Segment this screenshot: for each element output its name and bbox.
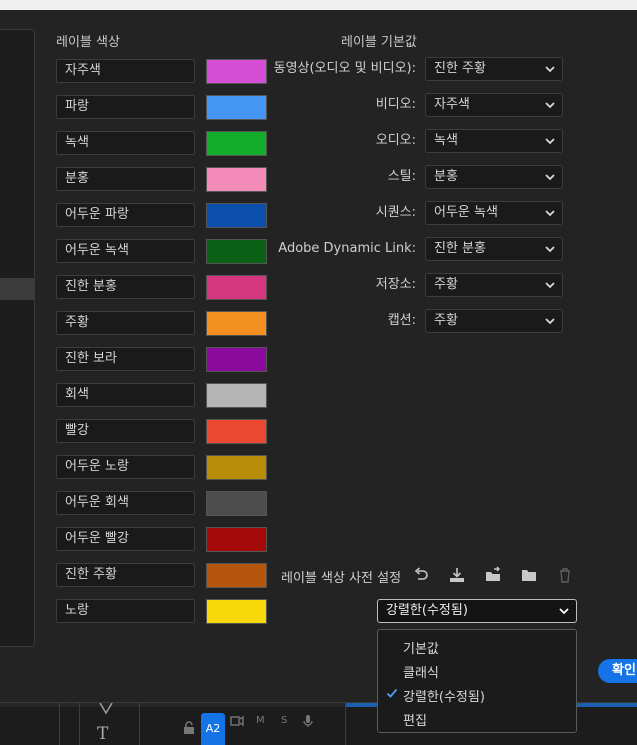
label-color-swatch[interactable]: [206, 239, 267, 264]
preset-dropdown-value: 강렬한(수정됨): [386, 603, 468, 618]
label-default-dropdown[interactable]: 어두운 녹색: [425, 201, 563, 225]
chevron-down-icon: [559, 608, 569, 615]
label-default-label: Adobe Dynamic Link:: [278, 241, 416, 256]
label-color-swatch[interactable]: [206, 275, 267, 300]
label-default-label: 동영상(오디오 및 비디오):: [273, 61, 416, 76]
preset-dropdown-menu: 기본값 클래식 강렬한(수정됨) 편집: [377, 629, 577, 733]
label-color-name-field[interactable]: 어두운 녹색: [56, 239, 195, 263]
label-color-name-field[interactable]: 어두운 빨강: [56, 527, 195, 551]
window-top-strip: [0, 0, 637, 10]
label-default-value: 자주색: [434, 97, 470, 112]
label-default-label: 비디오:: [375, 97, 416, 112]
label-color-name-field[interactable]: 회색: [56, 383, 195, 407]
label-color-swatch[interactable]: [206, 527, 267, 552]
label-default-value: 진한 분홍: [434, 241, 486, 256]
label-color-swatch[interactable]: [206, 455, 267, 480]
chevron-down-icon: [545, 210, 555, 217]
label-default-label: 캡션:: [387, 313, 416, 328]
trash-icon: [560, 568, 570, 583]
checkmark-icon: [386, 688, 398, 698]
label-default-label: 스틸:: [387, 169, 416, 184]
label-color-swatch[interactable]: [206, 203, 267, 228]
label-color-swatch[interactable]: [206, 563, 267, 588]
label-color-name-field[interactable]: 분홍: [56, 167, 195, 191]
label-default-dropdown[interactable]: 분홍: [425, 165, 563, 189]
label-default-label: 시퀀스:: [375, 205, 416, 220]
label-default-dropdown[interactable]: 주황: [425, 273, 563, 297]
chevron-down-icon: [545, 246, 555, 253]
preset-dropdown[interactable]: 강렬한(수정됨): [377, 599, 577, 623]
label-color-name-field[interactable]: 진한 분홍: [56, 275, 195, 299]
export-icon[interactable]: [484, 566, 502, 584]
label-default-label: 저장소:: [375, 277, 416, 292]
label-color-name-field[interactable]: 어두운 회색: [56, 491, 195, 515]
label-color-swatch[interactable]: [206, 347, 267, 372]
label-color-swatch[interactable]: [206, 383, 267, 408]
label-default-value: 녹색: [434, 133, 458, 148]
preset-label: 레이블 색상 사전 설정: [281, 571, 402, 586]
menu-item-vivid-modified[interactable]: 강렬한(수정됨): [403, 686, 485, 705]
label-colors-heading: 레이블 색상: [56, 35, 120, 50]
solo-track-button[interactable]: S: [281, 715, 287, 726]
label-default-label: 오디오:: [375, 133, 416, 148]
label-color-name-field[interactable]: 자주색: [56, 59, 195, 83]
menu-item-classic[interactable]: 클래식: [403, 662, 439, 681]
label-color-swatch[interactable]: [206, 167, 267, 192]
label-color-swatch[interactable]: [206, 419, 267, 444]
microphone-icon[interactable]: [302, 714, 314, 728]
label-color-name-field[interactable]: 진한 주황: [56, 563, 195, 587]
label-default-dropdown[interactable]: 주황: [425, 309, 563, 333]
label-color-name-field[interactable]: 빨강: [56, 419, 195, 443]
category-list-selected-item[interactable]: [0, 278, 34, 300]
undo-icon[interactable]: [412, 566, 430, 584]
sync-lock-icon[interactable]: [230, 715, 244, 727]
label-color-name-field[interactable]: 어두운 파랑: [56, 203, 195, 227]
label-color-swatch[interactable]: [206, 311, 267, 336]
label-defaults-heading: 레이블 기본값: [341, 35, 417, 50]
label-color-name-field[interactable]: 파랑: [56, 95, 195, 119]
label-color-swatch[interactable]: [206, 599, 267, 624]
label-color-swatch[interactable]: [206, 131, 267, 156]
label-default-dropdown[interactable]: 진한 분홍: [425, 237, 563, 261]
ok-button[interactable]: 확인: [598, 659, 637, 683]
label-default-value: 주황: [434, 277, 458, 292]
label-default-dropdown[interactable]: 자주색: [425, 93, 563, 117]
label-color-swatch[interactable]: [206, 95, 267, 120]
category-list-panel[interactable]: [0, 29, 35, 647]
chevron-down-icon: [545, 138, 555, 145]
chevron-down-icon: [545, 282, 555, 289]
pen-tool-icon[interactable]: [98, 703, 114, 715]
track-a2-target[interactable]: A2: [201, 713, 225, 745]
label-color-name-field[interactable]: 주황: [56, 311, 195, 335]
label-default-value: 분홍: [434, 169, 458, 184]
label-default-dropdown[interactable]: 진한 주황: [425, 57, 563, 81]
label-color-name-field[interactable]: 녹색: [56, 131, 195, 155]
label-color-name-field[interactable]: 진한 보라: [56, 347, 195, 371]
mute-track-button[interactable]: M: [256, 715, 265, 726]
label-color-name-field[interactable]: 어두운 노랑: [56, 455, 195, 479]
label-color-swatch[interactable]: [206, 491, 267, 516]
label-default-value: 진한 주황: [434, 61, 486, 76]
folder-icon[interactable]: [520, 566, 538, 584]
chevron-down-icon: [545, 102, 555, 109]
chevron-down-icon: [545, 66, 555, 73]
menu-item-default[interactable]: 기본값: [403, 638, 439, 657]
label-default-dropdown[interactable]: 녹색: [425, 129, 563, 153]
label-default-value: 어두운 녹색: [434, 205, 498, 220]
menu-item-edit[interactable]: 편집: [403, 710, 427, 729]
label-color-name-field[interactable]: 노랑: [56, 599, 195, 623]
type-tool-icon[interactable]: T: [97, 724, 108, 744]
chevron-down-icon: [545, 174, 555, 181]
label-default-value: 주황: [434, 313, 458, 328]
lock-icon[interactable]: [183, 721, 195, 735]
import-icon[interactable]: [448, 566, 466, 584]
label-color-swatch[interactable]: [206, 59, 267, 84]
chevron-down-icon: [545, 318, 555, 325]
